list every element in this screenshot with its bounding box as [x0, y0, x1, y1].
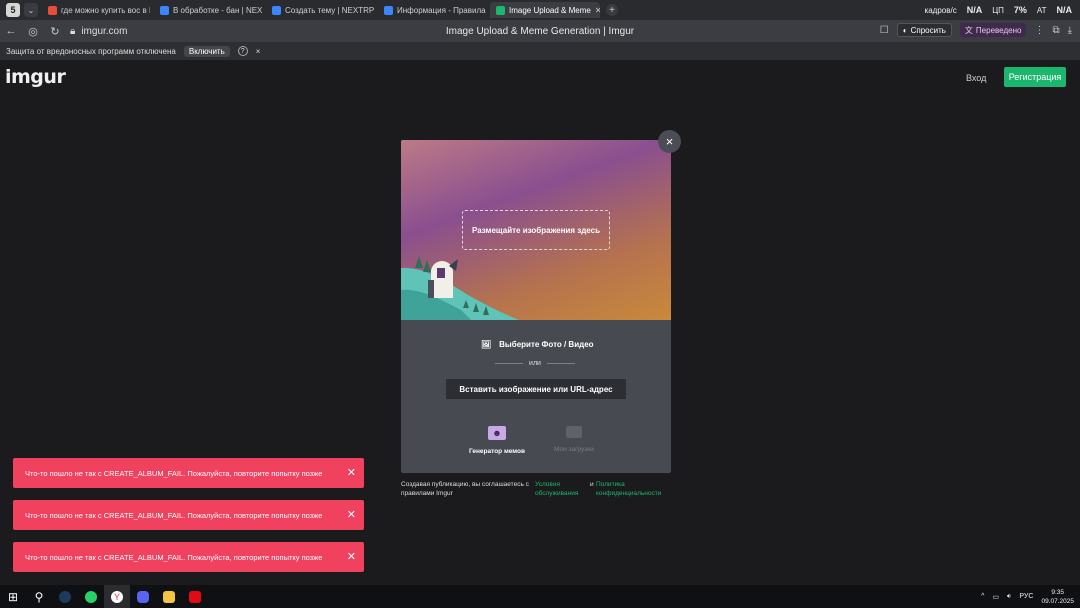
tab-counter[interactable]: 5	[6, 3, 20, 17]
terms-text: Создавая публикацию, вы соглашаетесь с п…	[401, 481, 529, 497]
translated-button[interactable]: 文 Переведено	[959, 23, 1027, 37]
help-icon[interactable]: ?	[237, 46, 248, 56]
system-tray: ^ ▭ 🔉︎ РУС 9:35 09.07.2025	[981, 588, 1074, 606]
gpu-label: АТ	[1036, 5, 1047, 15]
gpu-value: N/A	[1056, 5, 1073, 15]
ask-icon: ◐	[902, 25, 908, 35]
upload-hero: Размещайте изображения здесь	[401, 140, 671, 320]
privacy-policy-link[interactable]: Политика конфиденциальности	[596, 480, 676, 498]
bookmark-icon[interactable]: ☐	[880, 25, 889, 36]
clock-time: 9:35	[1051, 588, 1065, 596]
my-uploads-label: Мои загрузки	[554, 446, 594, 453]
taskbar: ⊞ ⚲ Y ^ ▭ 🔉︎ РУС 9:35 09.07.2025	[0, 585, 1080, 608]
netflix-icon[interactable]	[182, 585, 208, 608]
error-toast: Что-то пошло не так с CREATE_ALBUM_FAIL.…	[13, 500, 364, 530]
tab-favicon-icon	[160, 5, 169, 15]
choose-media-button[interactable]: 🖼︎ Выберите Фото / Видео	[481, 340, 594, 349]
register-button[interactable]: Регистрация	[1004, 67, 1066, 87]
reload-icon[interactable]: ↻	[44, 25, 66, 38]
tab-label: В обработке - бан | NEXT	[173, 5, 262, 15]
meme-generator-button[interactable]: ☻ Генератор мемов	[469, 426, 525, 455]
my-uploads-button[interactable]: Мои загрузки	[554, 426, 594, 453]
fps-value: N/A	[966, 5, 983, 15]
image-icon: 🖼︎	[481, 340, 492, 349]
error-toast-text: Что-то пошло не так с CREATE_ALBUM_FAIL.…	[25, 552, 323, 562]
imgur-logo[interactable]: imgur	[5, 66, 66, 88]
upload-modal: Размещайте изображения здесь 🖼︎ Выберите…	[401, 140, 671, 473]
paste-url-button[interactable]: Вставить изображение или URL-адрес	[446, 379, 626, 399]
browser-tab[interactable]: Информация - Правила п	[378, 2, 486, 18]
error-toast: Что-то пошло не так с CREATE_ALBUM_FAIL.…	[13, 542, 364, 572]
clock[interactable]: 9:35 09.07.2025	[1041, 588, 1074, 606]
fps-label: кадров/с	[924, 5, 957, 15]
uploads-icon	[565, 426, 582, 438]
translate-icon: 文	[964, 25, 973, 35]
tab-favicon-icon	[48, 5, 57, 15]
new-tab-button[interactable]: +	[606, 4, 618, 16]
toast-close-icon[interactable]: ✕	[347, 508, 356, 521]
ask-button[interactable]: ◐ Спросить	[896, 23, 952, 37]
file-explorer-icon[interactable]	[156, 585, 182, 608]
whatsapp-icon[interactable]	[78, 585, 104, 608]
download-icon[interactable]: ⤓	[1068, 25, 1072, 36]
browser-tab[interactable]: Создать тему | NEXTRP	[266, 2, 374, 18]
choose-media-label: Выберите Фото / Видео	[499, 340, 594, 349]
tab-favicon-icon	[496, 5, 505, 15]
browser-tab-active[interactable]: Image Upload & Meme ✕	[490, 2, 600, 18]
browser-tab-bar: 5 ⌄ где можно купить вос в N В обработке…	[0, 0, 1080, 20]
browser-tab[interactable]: где можно купить вос в N	[42, 2, 150, 18]
lock-icon: 🔒︎	[70, 25, 76, 37]
meme-generator-icon: ☻	[487, 426, 506, 440]
cpu-value: 7%	[1013, 5, 1027, 15]
tab-close-icon[interactable]: ✕	[595, 6, 600, 15]
more-menu-icon[interactable]: ⋮	[1034, 25, 1044, 36]
url-text: imgur.com	[81, 25, 128, 37]
browser-tab[interactable]: В обработке - бан | NEXT	[154, 2, 262, 18]
windows-start-icon[interactable]: ⊞	[0, 585, 26, 608]
search-icon[interactable]: ⚲	[26, 585, 52, 608]
malware-warning-bar: Защита от вредоносных программ отключена…	[0, 42, 1080, 60]
back-arrow-icon[interactable]: ←	[0, 25, 22, 37]
shield-icon[interactable]: ◎	[22, 25, 44, 38]
discord-icon[interactable]	[130, 585, 156, 608]
performance-overlay: кадров/с N/A ЦП 7% АТ N/A	[925, 5, 1072, 15]
tab-list-chevron-icon[interactable]: ⌄	[24, 3, 38, 17]
language-indicator[interactable]: РУС	[1019, 593, 1033, 600]
tab-favicon-icon	[384, 5, 393, 15]
url-field[interactable]: 🔒︎ imgur.com	[70, 26, 127, 37]
malware-warning-text: Защита от вредоносных программ отключена	[6, 46, 176, 56]
volume-icon[interactable]: 🔉︎	[1007, 593, 1011, 601]
toast-close-icon[interactable]: ✕	[347, 466, 356, 479]
error-toast-text: Что-то пошло не так с CREATE_ALBUM_FAIL.…	[25, 510, 323, 520]
yandex-browser-icon[interactable]: Y	[104, 585, 130, 608]
meme-generator-label: Генератор мемов	[469, 448, 525, 455]
login-link[interactable]: Вход	[966, 73, 986, 83]
close-warning-icon[interactable]: ×	[256, 47, 261, 56]
tab-label: Информация - Правила п	[397, 5, 486, 15]
enable-protection-button[interactable]: Включить	[183, 45, 230, 57]
steam-icon[interactable]	[52, 585, 78, 608]
terms-of-service-link[interactable]: Условия обслуживания	[535, 480, 595, 498]
or-divider: или	[495, 360, 575, 367]
error-toast: Что-то пошло не так с CREATE_ALBUM_FAIL.…	[13, 458, 364, 488]
address-bar: ← ◎ ↻ 🔒︎ imgur.com Image Upload & Meme G…	[0, 20, 1080, 42]
collections-icon[interactable]: ⧉	[1052, 25, 1059, 36]
image-dropzone[interactable]: Размещайте изображения здесь	[462, 210, 610, 250]
tray-expand-icon[interactable]: ^	[981, 593, 984, 600]
tab-label: Создать тему | NEXTRP	[285, 5, 374, 15]
network-icon[interactable]: ▭	[992, 593, 999, 601]
translated-label: Переведено	[975, 25, 1022, 35]
ask-label: Спросить	[910, 25, 946, 35]
error-toast-text: Что-то пошло не так с CREATE_ALBUM_FAIL.…	[25, 468, 323, 478]
toast-close-icon[interactable]: ✕	[347, 550, 356, 563]
tab-favicon-icon	[272, 5, 281, 15]
tab-label: где можно купить вос в N	[61, 5, 150, 15]
clock-date: 09.07.2025	[1041, 597, 1074, 605]
tab-label: Image Upload & Meme	[509, 5, 591, 15]
cpu-label: ЦП	[992, 5, 1004, 15]
or-label: или	[529, 360, 541, 367]
modal-close-button[interactable]: ×	[658, 130, 681, 153]
